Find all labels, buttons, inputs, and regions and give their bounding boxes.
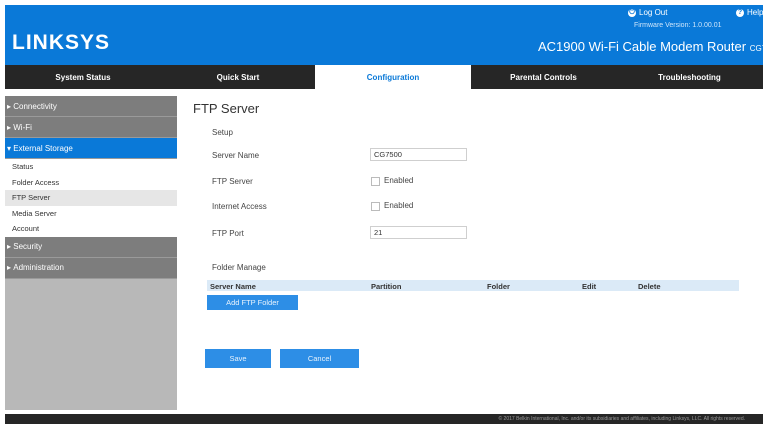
ftp-server-enabled-label: Enabled (384, 176, 414, 185)
column-header-server-name: Server Name (210, 282, 256, 291)
firmware-version: Firmware Version: 1.0.00.01 (634, 22, 722, 29)
sidebar-item-label: Connectivity (13, 101, 57, 111)
sidebar-item-wifi[interactable]: ▸ Wi-Fi (5, 117, 177, 138)
save-button[interactable]: Save (205, 349, 271, 368)
sidebar-item-security[interactable]: ▸ Security (5, 236, 177, 258)
folder-table-header: Server Name Partition Folder Edit Delete (207, 280, 739, 291)
sidebar-subitem-status[interactable]: Status (5, 159, 177, 175)
help-icon: ? (736, 8, 744, 17)
ftp-server-checkbox[interactable] (371, 177, 380, 186)
router-name: AC1900 Wi-Fi Cable Modem Router (538, 39, 747, 54)
column-header-edit: Edit (582, 282, 597, 291)
column-header-folder: Folder (487, 282, 510, 291)
sidebar-subitem-media-server[interactable]: Media Server (5, 205, 177, 221)
column-header-delete: Delete (638, 282, 661, 291)
sidebar-item-administration[interactable]: ▸ Administration (5, 257, 177, 279)
router-model: CG7500 (749, 44, 763, 53)
ftp-port-input[interactable] (370, 226, 467, 239)
setup-heading: Setup (212, 128, 233, 137)
tab-configuration[interactable]: Configuration (315, 65, 471, 89)
sidebar-item-connectivity[interactable]: ▸ Connectivity (5, 96, 177, 117)
sidebar-subitem-folder-access[interactable]: Folder Access (5, 174, 177, 190)
sidebar-subitem-ftp-server[interactable]: FTP Server (5, 190, 177, 206)
folder-manage-heading: Folder Manage (212, 263, 266, 272)
cancel-button[interactable]: Cancel (280, 349, 359, 368)
ftp-server-label: FTP Server (212, 177, 253, 186)
sidebar-item-label: External Storage (13, 143, 73, 153)
page-title: FTP Server (193, 101, 260, 116)
sidebar-subitem-account[interactable]: Account (5, 221, 177, 237)
sidebar: ▸ Connectivity ▸ Wi-Fi ▾ External Storag… (5, 96, 177, 410)
header-bar: LINKSYS ⏻ Log Out ? Help Firmware Versio… (5, 5, 763, 65)
sidebar-item-label: Wi-Fi (13, 122, 32, 132)
server-name-input[interactable] (370, 148, 467, 161)
add-ftp-folder-button[interactable]: Add FTP Folder (207, 295, 298, 310)
router-title: AC1900 Wi-Fi Cable Modem Router CG7500 (538, 39, 763, 54)
tab-parental-controls[interactable]: Parental Controls (471, 65, 616, 89)
internet-access-label: Internet Access (212, 202, 267, 211)
logout-link[interactable]: ⏻ Log Out (628, 8, 667, 17)
footer-bar: © 2017 Belkin International, Inc. and/or… (5, 414, 763, 424)
internet-access-enabled-label: Enabled (384, 201, 414, 210)
tab-troubleshooting[interactable]: Troubleshooting (616, 65, 763, 89)
tab-quick-start[interactable]: Quick Start (161, 65, 315, 89)
sidebar-item-external-storage[interactable]: ▾ External Storage (5, 138, 177, 159)
logout-label: Log Out (639, 8, 668, 17)
tab-system-status[interactable]: System Status (5, 65, 161, 89)
internet-access-checkbox[interactable] (371, 202, 380, 211)
copyright-text: © 2017 Belkin International, Inc. and/or… (498, 416, 745, 422)
sidebar-item-label: Administration (13, 263, 64, 272)
column-header-partition: Partition (371, 282, 402, 291)
power-icon: ⏻ (628, 8, 636, 17)
main-tab-bar: System Status Quick Start Configuration … (5, 65, 763, 89)
help-label: Help (747, 8, 763, 17)
sidebar-item-label: Security (13, 242, 43, 251)
ftp-port-label: FTP Port (212, 229, 244, 238)
help-link[interactable]: ? Help (736, 8, 763, 17)
server-name-label: Server Name (212, 151, 260, 160)
linksys-logo: LINKSYS (12, 31, 111, 54)
